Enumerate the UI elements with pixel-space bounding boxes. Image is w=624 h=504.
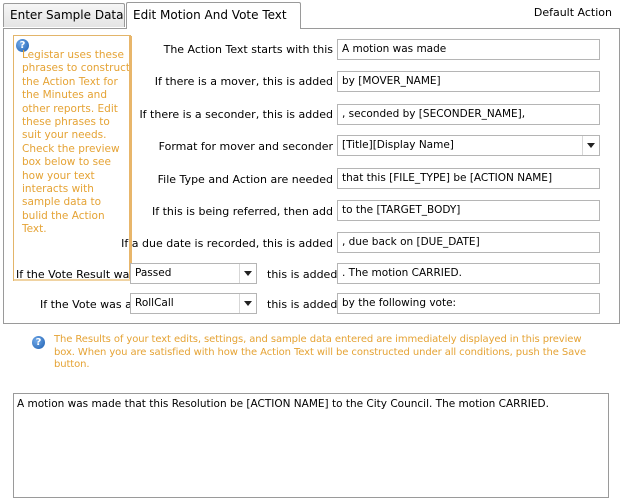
help-text: Legistar uses these phrases to construct… bbox=[22, 49, 130, 236]
info-help-icon: ? bbox=[32, 336, 45, 349]
due-date-input[interactable]: , due back on [DUE_DATE] bbox=[337, 232, 600, 253]
tab-enter-sample-data[interactable]: Enter Sample Data bbox=[3, 3, 125, 27]
vote-type-label: If the Vote was a bbox=[40, 298, 132, 311]
action-text-start-input[interactable]: A motion was made bbox=[337, 39, 600, 60]
referred-input[interactable]: to the [TARGET_BODY] bbox=[337, 200, 600, 221]
chevron-down-icon[interactable] bbox=[239, 264, 256, 283]
vote-result-text-input[interactable]: . The motion CARRIED. bbox=[337, 263, 600, 284]
default-action-label: Default Action bbox=[533, 6, 612, 19]
preview-box[interactable]: A motion was made that this Resolution b… bbox=[13, 393, 609, 498]
info-text: The Results of your text edits, settings… bbox=[54, 334, 587, 371]
mover-input[interactable]: by [MOVER_NAME] bbox=[337, 71, 600, 92]
vote-type-added-label: this is added bbox=[267, 298, 338, 311]
chevron-down-icon[interactable] bbox=[582, 136, 599, 155]
mover-seconder-format-select[interactable]: [Title][Display Name] bbox=[337, 135, 600, 156]
mover-label: If there is a mover, this is added bbox=[154, 75, 333, 88]
due-date-label: If a due date is recorded, this is added bbox=[121, 237, 333, 250]
vote-type-select[interactable]: RollCall bbox=[130, 293, 257, 314]
tab-edit-motion-and-vote-text[interactable]: Edit Motion And Vote Text bbox=[126, 2, 301, 29]
chevron-down-icon[interactable] bbox=[239, 294, 256, 313]
vote-result-value: Passed bbox=[135, 267, 172, 279]
help-box: ? Legistar uses these phrases to constru… bbox=[13, 35, 132, 281]
seconder-input[interactable]: , seconded by [SECONDER_NAME], bbox=[337, 104, 600, 125]
mover-seconder-format-label: Format for mover and seconder bbox=[158, 140, 333, 153]
preview-text: A motion was made that this Resolution b… bbox=[17, 398, 549, 410]
vote-result-select[interactable]: Passed bbox=[130, 263, 257, 284]
vote-result-added-label: this is added bbox=[267, 268, 338, 281]
action-text-start-label: The Action Text starts with this bbox=[163, 43, 333, 56]
file-type-action-label: File Type and Action are needed bbox=[157, 173, 333, 186]
seconder-label: If there is a seconder, this is added bbox=[139, 108, 333, 121]
vote-type-value: RollCall bbox=[135, 297, 174, 309]
motion-text-panel: ? Legistar uses these phrases to constru… bbox=[3, 28, 620, 324]
vote-type-text-input[interactable]: by the following vote: bbox=[337, 293, 600, 314]
vote-result-label: If the Vote Result was bbox=[16, 268, 136, 281]
mover-seconder-format-value: [Title][Display Name] bbox=[342, 139, 454, 151]
referred-label: If this is being referred, then add bbox=[152, 205, 333, 218]
file-type-action-input[interactable]: that this [FILE_TYPE] be [ACTION NAME] bbox=[337, 168, 600, 189]
